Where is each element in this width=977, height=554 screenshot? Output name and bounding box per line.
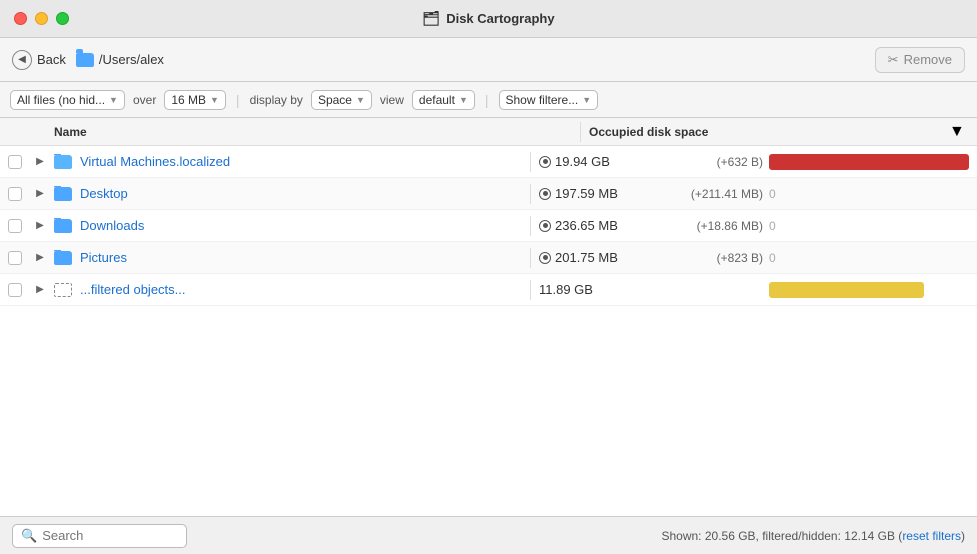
window-controls <box>14 12 69 25</box>
expand-button[interactable]: ▶ <box>32 186 54 202</box>
back-circle-icon: ◀ <box>12 50 32 70</box>
row-bar <box>769 154 969 170</box>
expand-button[interactable]: ▶ <box>32 282 54 298</box>
col-divider <box>530 280 531 300</box>
row-bar-container: 0 <box>769 219 969 233</box>
expand-button[interactable]: ▶ <box>32 218 54 234</box>
table-row[interactable]: ▶ Desktop 197.59 MB (+211.41 MB) 0 <box>0 178 977 210</box>
minimize-button[interactable] <box>35 12 48 25</box>
chevron-down-icon: ▼ <box>210 95 219 105</box>
folder-icon <box>76 53 94 67</box>
status-text: Shown: 20.56 GB, filtered/hidden: 12.14 … <box>197 529 965 543</box>
chevron-down-icon: ▼ <box>459 95 468 105</box>
folder-icon <box>54 155 72 169</box>
row-delta: (+632 B) <box>649 155 769 169</box>
row-zero: 0 <box>769 187 776 201</box>
separator: | <box>236 92 240 108</box>
title-bar: 🗂 Disk Cartography <box>0 0 977 38</box>
sort-icon[interactable]: ▼ <box>949 123 969 141</box>
col-divider <box>530 184 531 204</box>
row-zero: 0 <box>769 219 776 233</box>
folder-icon <box>54 251 72 265</box>
remove-icon: ✂ <box>888 52 899 68</box>
maximize-button[interactable] <box>56 12 69 25</box>
col-divider <box>530 248 531 268</box>
radio-dot-icon <box>539 252 551 264</box>
row-name: Desktop <box>54 186 522 201</box>
radio-dot-icon <box>539 188 551 200</box>
table-row[interactable]: ▶ Downloads 236.65 MB (+18.86 MB) 0 <box>0 210 977 242</box>
folder-icon <box>54 219 72 233</box>
row-checkbox[interactable] <box>8 187 32 201</box>
search-box[interactable]: 🔍 <box>12 524 187 548</box>
table-row[interactable]: ▶ ...filtered objects... 11.89 GB <box>0 274 977 306</box>
row-size: 11.89 GB <box>539 282 649 297</box>
row-bar <box>769 282 924 298</box>
size-filter-select[interactable]: 16 MB ▼ <box>164 90 226 110</box>
back-button[interactable]: ◀ Back <box>12 50 66 70</box>
chevron-down-icon: ▼ <box>109 95 118 105</box>
search-icon: 🔍 <box>21 528 37 544</box>
row-bar-container <box>769 282 969 298</box>
row-zero: 0 <box>769 251 776 265</box>
filter-bar: All files (no hid... ▼ over 16 MB ▼ | di… <box>0 82 977 118</box>
col-divider <box>580 122 581 142</box>
separator2: | <box>485 92 489 108</box>
window-title: 🗂 Disk Cartography <box>422 10 554 27</box>
row-size: 19.94 GB <box>539 154 649 169</box>
row-delta: (+211.41 MB) <box>649 187 769 201</box>
row-name: Downloads <box>54 218 522 233</box>
radio-dot-icon <box>539 220 551 232</box>
row-name: Virtual Machines.localized <box>54 154 522 169</box>
expand-button[interactable]: ▶ <box>32 154 54 170</box>
row-delta: (+18.86 MB) <box>649 219 769 233</box>
row-delta: (+823 B) <box>649 251 769 265</box>
table-row[interactable]: ▶ Pictures 201.75 MB (+823 B) 0 <box>0 242 977 274</box>
chevron-down-icon: ▼ <box>582 95 591 105</box>
row-bar-container: 0 <box>769 187 969 201</box>
col-divider <box>530 216 531 236</box>
row-bar-container <box>769 154 969 170</box>
table-header: Name Occupied disk space ▼ <box>0 118 977 146</box>
status-bar: 🔍 Shown: 20.56 GB, filtered/hidden: 12.1… <box>0 516 977 554</box>
remove-button[interactable]: ✂ Remove <box>875 47 965 73</box>
folder-icon <box>54 187 72 201</box>
toolbar: ◀ Back /Users/alex ✂ Remove <box>0 38 977 82</box>
chevron-down-icon: ▼ <box>356 95 365 105</box>
reset-filters-link[interactable]: reset filters <box>902 529 961 543</box>
view-select[interactable]: default ▼ <box>412 90 475 110</box>
row-checkbox[interactable] <box>8 251 32 265</box>
row-name: Pictures <box>54 250 522 265</box>
col-divider <box>530 152 531 172</box>
header-name: Name <box>54 125 572 139</box>
search-input[interactable] <box>42 528 172 543</box>
row-checkbox[interactable] <box>8 155 32 169</box>
expand-button[interactable]: ▶ <box>32 250 54 266</box>
radio-dot-icon <box>539 156 551 168</box>
row-name: ...filtered objects... <box>54 282 522 297</box>
row-size: 236.65 MB <box>539 218 649 233</box>
row-checkbox[interactable] <box>8 283 32 297</box>
table-row[interactable]: ▶ Virtual Machines.localized 19.94 GB (+… <box>0 146 977 178</box>
show-filter-select[interactable]: Show filtere... ▼ <box>499 90 599 110</box>
row-size: 197.59 MB <box>539 186 649 201</box>
path-box: /Users/alex <box>76 52 865 67</box>
file-table: Name Occupied disk space ▼ ▶ Virtual Mac… <box>0 118 977 516</box>
row-size: 201.75 MB <box>539 250 649 265</box>
close-button[interactable] <box>14 12 27 25</box>
app-icon: 🗂 <box>422 10 440 27</box>
header-space: Occupied disk space <box>589 125 749 139</box>
row-checkbox[interactable] <box>8 219 32 233</box>
folder-icon <box>54 283 72 297</box>
row-bar-container: 0 <box>769 251 969 265</box>
display-by-select[interactable]: Space ▼ <box>311 90 372 110</box>
files-filter-select[interactable]: All files (no hid... ▼ <box>10 90 125 110</box>
